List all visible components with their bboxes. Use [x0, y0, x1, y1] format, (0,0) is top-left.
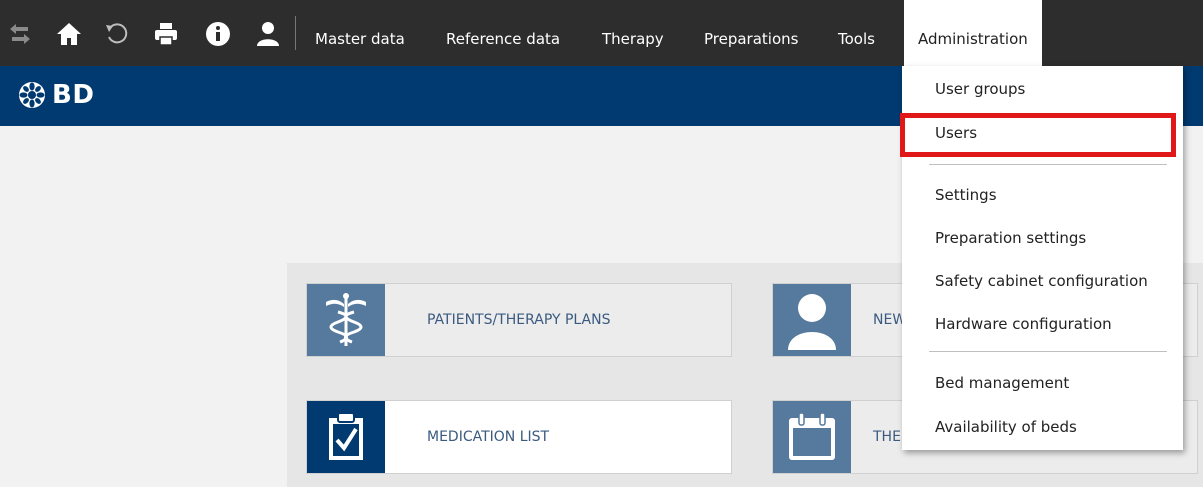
- info-icon[interactable]: [204, 20, 232, 48]
- tile-patients-label: PATIENTS/THERAPY PLANS: [427, 312, 611, 328]
- menu-item-users[interactable]: Users: [935, 124, 977, 142]
- tile-medication-list[interactable]: MEDICATION LIST: [306, 400, 732, 474]
- menu-item-safety-cabinet-configuration[interactable]: Safety cabinet configuration: [935, 272, 1148, 290]
- top-navigation-bar: Master data Reference data Therapy Prepa…: [0, 0, 1203, 66]
- tile-therapy-label: THE: [873, 429, 901, 445]
- tile-patients-therapy-plans[interactable]: PATIENTS/THERAPY PLANS: [306, 283, 732, 357]
- menu-item-bed-management[interactable]: Bed management: [935, 374, 1069, 392]
- person-icon: [773, 284, 851, 356]
- menu-reference-data[interactable]: Reference data: [446, 0, 560, 66]
- menu-divider: [929, 164, 1167, 165]
- user-icon[interactable]: [254, 20, 282, 48]
- administration-dropdown: User groups Users Settings Preparation s…: [902, 66, 1183, 450]
- menu-master-data[interactable]: Master data: [315, 0, 405, 66]
- bd-logo: BD: [18, 80, 94, 110]
- clipboard-check-icon: [307, 401, 385, 473]
- swap-arrows-icon[interactable]: [6, 20, 34, 48]
- menu-preparations[interactable]: Preparations: [704, 0, 798, 66]
- menu-administration[interactable]: Administration: [904, 0, 1042, 66]
- menu-divider: [929, 351, 1167, 352]
- menu-item-availability-of-beds[interactable]: Availability of beds: [935, 418, 1077, 436]
- home-icon[interactable]: [55, 20, 83, 48]
- caduceus-icon: [307, 284, 385, 356]
- brand-name: BD: [52, 80, 95, 110]
- menu-item-settings[interactable]: Settings: [935, 186, 997, 204]
- toolbar-separator: [295, 16, 296, 50]
- tile-medication-label: MEDICATION LIST: [427, 429, 550, 445]
- bd-logo-icon: [19, 82, 45, 108]
- menu-item-preparation-settings[interactable]: Preparation settings: [935, 229, 1086, 247]
- menu-item-user-groups[interactable]: User groups: [935, 80, 1025, 98]
- menu-item-hardware-configuration[interactable]: Hardware configuration: [935, 315, 1112, 333]
- refresh-icon[interactable]: [103, 20, 131, 48]
- print-icon[interactable]: [152, 20, 180, 48]
- menu-tools[interactable]: Tools: [838, 0, 875, 66]
- calendar-icon: [773, 401, 851, 473]
- menu-therapy[interactable]: Therapy: [602, 0, 664, 66]
